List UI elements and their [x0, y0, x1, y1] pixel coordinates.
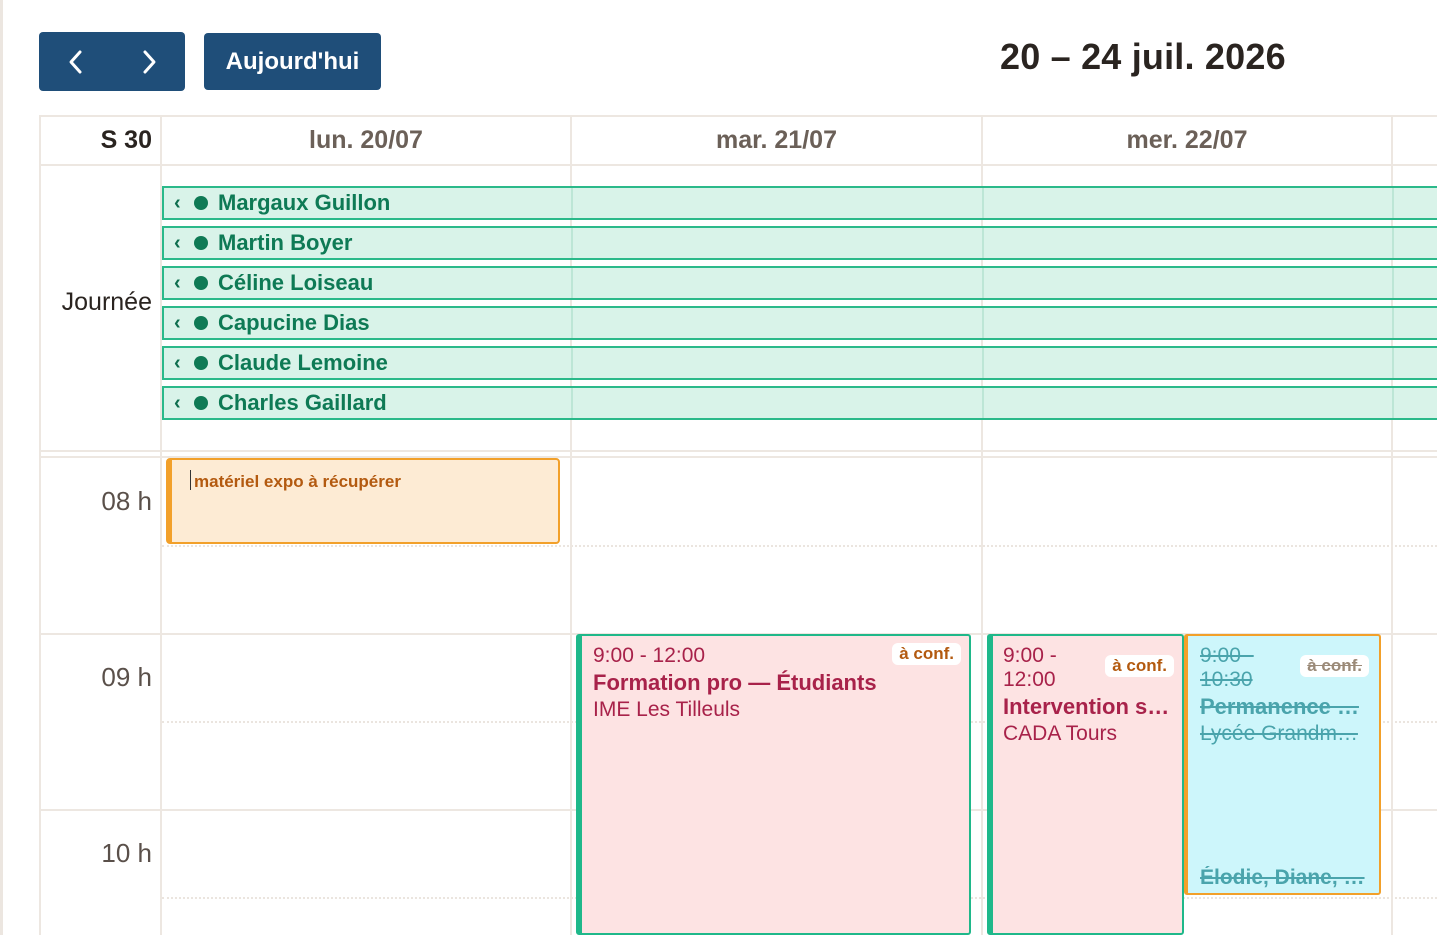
status-badge: à conf.: [1105, 655, 1174, 677]
chevron-left-icon: ‹: [174, 392, 181, 414]
event-formation[interactable]: 9:00 - 12:00 à conf. Formation pro — Étu…: [576, 634, 971, 935]
event-time-end: 12:00: [1003, 668, 1056, 691]
status-badge: à conf.: [1300, 655, 1369, 677]
chevron-left-icon: ‹: [174, 352, 181, 374]
chevron-left-icon: ‹: [174, 272, 181, 294]
allday-event-name: Charles Gaillard: [218, 390, 387, 415]
hour-label-09: 09 h: [101, 662, 152, 692]
event-people: Élodie, Diane, …: [1200, 866, 1365, 889]
left-edge: [0, 0, 3, 935]
allday-event[interactable]: ‹ Claude Lemoine: [162, 346, 1437, 380]
day-divider: [982, 308, 984, 338]
status-dot-icon: [194, 196, 208, 210]
day-divider: [1392, 268, 1394, 298]
status-dot-icon: [194, 396, 208, 410]
today-button[interactable]: Aujourd'hui: [204, 33, 381, 90]
allday-event[interactable]: ‹ Martin Boyer: [162, 226, 1437, 260]
next-week-button[interactable]: [112, 32, 185, 91]
hour-label-08: 08 h: [101, 486, 152, 516]
status-dot-icon: [194, 316, 208, 330]
event-location: IME Les Tilleuls: [593, 698, 741, 721]
chevron-right-icon: [143, 50, 155, 73]
status-dot-icon: [194, 356, 208, 370]
allday-event[interactable]: ‹ Capucine Dias: [162, 306, 1437, 340]
allday-label: Journée: [61, 288, 152, 316]
grid-line: [39, 164, 1437, 166]
allday-event-name: Capucine Dias: [218, 310, 370, 335]
day-divider: [571, 228, 573, 258]
chevron-left-icon: ‹: [174, 232, 181, 254]
event-location: Lycée Grandm…: [1200, 722, 1358, 745]
event-time-start: 9:00 -: [1003, 644, 1057, 667]
day-divider: [1392, 228, 1394, 258]
day-header-tuesday[interactable]: mar. 21/07: [572, 117, 981, 164]
day-divider: [982, 228, 984, 258]
day-divider: [1392, 388, 1394, 418]
chevron-left-icon: [69, 50, 81, 73]
status-badge: à conf.: [892, 643, 961, 665]
allday-event-name: Martin Boyer: [218, 230, 353, 255]
event-title: Permanence …: [1200, 694, 1359, 719]
day-divider: [982, 188, 984, 218]
chevron-left-icon: ‹: [174, 312, 181, 334]
allday-event[interactable]: ‹ Charles Gaillard: [162, 386, 1437, 420]
event-time-start: 9:00 -: [1200, 644, 1254, 667]
allday-event-name: Margaux Guillon: [218, 190, 391, 215]
day-header-monday[interactable]: lun. 20/07: [162, 117, 570, 164]
day-divider: [982, 388, 984, 418]
allday-event-name: Céline Loiseau: [218, 270, 374, 295]
event-location: CADA Tours: [1003, 722, 1117, 745]
prev-week-button[interactable]: [39, 32, 112, 91]
day-divider: [571, 348, 573, 378]
grid-line: [162, 545, 1437, 547]
day-divider: [571, 308, 573, 338]
day-divider: [982, 348, 984, 378]
text-cursor: [190, 470, 191, 490]
allday-event[interactable]: ‹ Céline Loiseau: [162, 266, 1437, 300]
day-divider: [571, 268, 573, 298]
event-permanence[interactable]: 9:00 - 10:30 à conf. Permanence … Lycée …: [1184, 634, 1381, 895]
chevron-left-icon: ‹: [174, 192, 181, 214]
grid-line: [39, 450, 1437, 452]
day-divider: [1392, 188, 1394, 218]
allday-event-name: Claude Lemoine: [218, 350, 388, 375]
nav-button-group: [39, 32, 185, 91]
day-divider: [571, 188, 573, 218]
grid-line: [39, 115, 41, 935]
week-number: S 30: [100, 126, 152, 154]
hour-label-10: 10 h: [101, 838, 152, 868]
status-dot-icon: [194, 276, 208, 290]
date-range-title: 20 – 24 juil. 2026: [1000, 36, 1286, 77]
event-intervention[interactable]: 9:00 - 12:00 à conf. Intervention s… CAD…: [987, 634, 1184, 935]
event-time-end: 10:30: [1200, 668, 1253, 691]
day-divider: [571, 388, 573, 418]
day-divider: [982, 268, 984, 298]
note-event[interactable]: matériel expo à récupérer: [166, 458, 560, 544]
event-title: Formation pro — Étudiants: [593, 670, 877, 695]
status-dot-icon: [194, 236, 208, 250]
note-text: matériel expo à récupérer: [194, 472, 401, 491]
day-header-wednesday[interactable]: mer. 22/07: [983, 117, 1391, 164]
day-divider: [1392, 308, 1394, 338]
allday-event[interactable]: ‹ Margaux Guillon: [162, 186, 1437, 220]
day-divider: [1392, 348, 1394, 378]
event-title: Intervention s…: [1003, 694, 1170, 719]
event-time: 9:00 - 12:00: [593, 644, 706, 667]
